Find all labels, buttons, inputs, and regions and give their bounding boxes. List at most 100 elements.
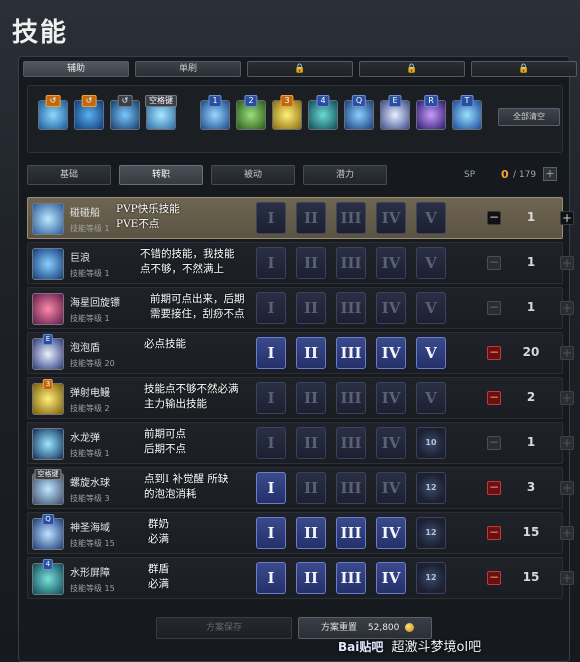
skill-row[interactable]: 空格键 螺旋水球 技能等级 3 点到I 补觉醒 所缺 的泡泡消耗 I II II…: [27, 467, 574, 509]
tier-3-button[interactable]: III: [336, 292, 366, 324]
skill-row[interactable]: E 泡泡盾 技能等级 20 必点技能 I II III IV V − 20 +: [27, 332, 574, 374]
tier-1-button[interactable]: I: [256, 292, 286, 324]
tier-2-button[interactable]: II: [296, 472, 326, 504]
tier-2-button[interactable]: II: [296, 427, 326, 459]
slot-key-r: R: [424, 95, 438, 107]
increase-button[interactable]: +: [560, 391, 574, 405]
increase-button[interactable]: +: [560, 346, 574, 360]
burst-icon[interactable]: 3: [272, 95, 302, 130]
tier-2-button[interactable]: II: [296, 562, 326, 594]
skill-row[interactable]: 海星回旋镖 技能等级 1 前期可点出来，后期 需要接住，刮痧不点 I II II…: [27, 287, 574, 329]
increase-button[interactable]: +: [560, 256, 574, 270]
skill-panel: 辅助 单刷 🔒 🔒 🔒 ↺ ↺ ↺ 空格键 1 2 3 4 Q E R T 全部…: [18, 56, 577, 662]
tier-3-button[interactable]: III: [336, 382, 366, 414]
tier-4-button[interactable]: IV: [376, 562, 406, 594]
tier-4-button[interactable]: IV: [376, 247, 406, 279]
sea-icon[interactable]: Q: [344, 95, 374, 130]
tier-4-button[interactable]: IV: [376, 472, 406, 504]
tab-solo[interactable]: 单刷: [135, 61, 241, 77]
tier-buttons: I II III IV V: [256, 337, 446, 369]
tab-locked-2[interactable]: 🔒: [359, 61, 465, 77]
skill-row[interactable]: Q 神圣海域 技能等级 15 群奶 必满 I II III IV 12 − 15…: [27, 512, 574, 554]
tier-buttons: I II III IV V: [256, 382, 446, 414]
skill-row[interactable]: 水龙弹 技能等级 1 前期可点 后期不点 I II III IV 10 − 1 …: [27, 422, 574, 464]
tier-5-button[interactable]: V: [416, 337, 446, 369]
tab-assist[interactable]: 辅助: [23, 61, 129, 77]
wave-icon[interactable]: ↺: [74, 95, 104, 130]
tieba-logo: Bai贴吧: [338, 640, 384, 654]
tier-3-button[interactable]: III: [336, 562, 366, 594]
decrease-button[interactable]: −: [487, 256, 501, 270]
tier-2-button[interactable]: II: [296, 337, 326, 369]
tier-3-button[interactable]: III: [336, 517, 366, 549]
increase-button[interactable]: +: [560, 436, 574, 450]
tab-locked-1[interactable]: 🔒: [247, 61, 353, 77]
bubbles-icon[interactable]: R: [416, 95, 446, 130]
tier-3-button[interactable]: III: [336, 472, 366, 504]
tier-5-button[interactable]: V: [416, 382, 446, 414]
tab-locked-3[interactable]: 🔒: [471, 61, 577, 77]
tier-4-button[interactable]: IV: [376, 337, 406, 369]
increase-button[interactable]: +: [560, 571, 574, 585]
barrier-icon[interactable]: 4: [308, 95, 338, 130]
tab-advancement[interactable]: 转职: [119, 165, 203, 185]
whirl-icon[interactable]: ↺: [110, 95, 140, 130]
tier-2-button[interactable]: II: [296, 292, 326, 324]
tier-1-button[interactable]: I: [256, 517, 286, 549]
decrease-button[interactable]: −: [487, 211, 501, 225]
tier-1-button[interactable]: I: [256, 472, 286, 504]
tier-2-button[interactable]: II: [296, 517, 326, 549]
decrease-button[interactable]: −: [487, 436, 501, 450]
water-ball-icon[interactable]: 空格键: [145, 95, 177, 130]
tier-1-button[interactable]: I: [256, 427, 286, 459]
tier-1-button[interactable]: I: [256, 382, 286, 414]
tier-5-button[interactable]: V: [416, 247, 446, 279]
tier-3-button[interactable]: III: [336, 247, 366, 279]
tier-5-button[interactable]: V: [416, 202, 446, 234]
tier-3-button[interactable]: III: [336, 427, 366, 459]
clear-all-button[interactable]: 全部清空: [498, 108, 560, 126]
tier-4-button[interactable]: IV: [376, 427, 406, 459]
tree-icon[interactable]: 2: [236, 95, 266, 130]
tier-2-button[interactable]: II: [296, 202, 326, 234]
tier-4-button[interactable]: IV: [376, 382, 406, 414]
decrease-button[interactable]: −: [487, 526, 501, 540]
tier-1-button[interactable]: I: [256, 202, 286, 234]
skill-row[interactable]: 4 水形屏障 技能等级 15 群盾 必满 I II III IV 12 − 15…: [27, 557, 574, 599]
decrease-button[interactable]: −: [487, 481, 501, 495]
skill-row[interactable]: 巨浪 技能等级 1 不错的技能，我技能 点不够，不然满上 I II III IV…: [27, 242, 574, 284]
tier-1-button[interactable]: I: [256, 247, 286, 279]
increase-button[interactable]: +: [560, 211, 574, 225]
skill-level: 技能等级 15: [70, 584, 115, 593]
tier-5-button[interactable]: V: [416, 292, 446, 324]
tier-4-button[interactable]: IV: [376, 292, 406, 324]
increase-button[interactable]: +: [560, 481, 574, 495]
decrease-button[interactable]: −: [487, 346, 501, 360]
tab-passive[interactable]: 被动: [211, 165, 295, 185]
decrease-button[interactable]: −: [487, 391, 501, 405]
decrease-button[interactable]: −: [487, 301, 501, 315]
tab-potential[interactable]: 潜力: [303, 165, 387, 185]
decrease-button[interactable]: −: [487, 571, 501, 585]
tier-2-button[interactable]: II: [296, 247, 326, 279]
sword-icon[interactable]: 1: [200, 95, 230, 130]
save-preset-button[interactable]: 方案保存: [156, 617, 292, 639]
tier-2-button[interactable]: II: [296, 382, 326, 414]
tier-1-button[interactable]: I: [256, 562, 286, 594]
sp-plus-button[interactable]: +: [543, 167, 557, 181]
tier-3-button[interactable]: III: [336, 202, 366, 234]
splash-icon[interactable]: T: [452, 95, 482, 130]
tier-4-button[interactable]: IV: [376, 202, 406, 234]
skill-row[interactable]: 碰碰船 技能等级 1 PVP快乐技能 PVE不点 I II III IV V −…: [27, 197, 574, 239]
increase-button[interactable]: +: [560, 526, 574, 540]
water-slide-icon[interactable]: ↺: [38, 95, 68, 130]
tier-4-button[interactable]: IV: [376, 517, 406, 549]
tier-3-button[interactable]: III: [336, 337, 366, 369]
slot-key-t: T: [460, 95, 474, 107]
skill-row[interactable]: 3 弹射电鳗 技能等级 2 技能点不够不然必满 主力输出技能 I II III …: [27, 377, 574, 419]
increase-button[interactable]: +: [560, 301, 574, 315]
tab-basic[interactable]: 基础: [27, 165, 111, 185]
shield-icon[interactable]: E: [380, 95, 410, 130]
tier-1-button[interactable]: I: [256, 337, 286, 369]
skill-points: 15: [522, 525, 540, 539]
